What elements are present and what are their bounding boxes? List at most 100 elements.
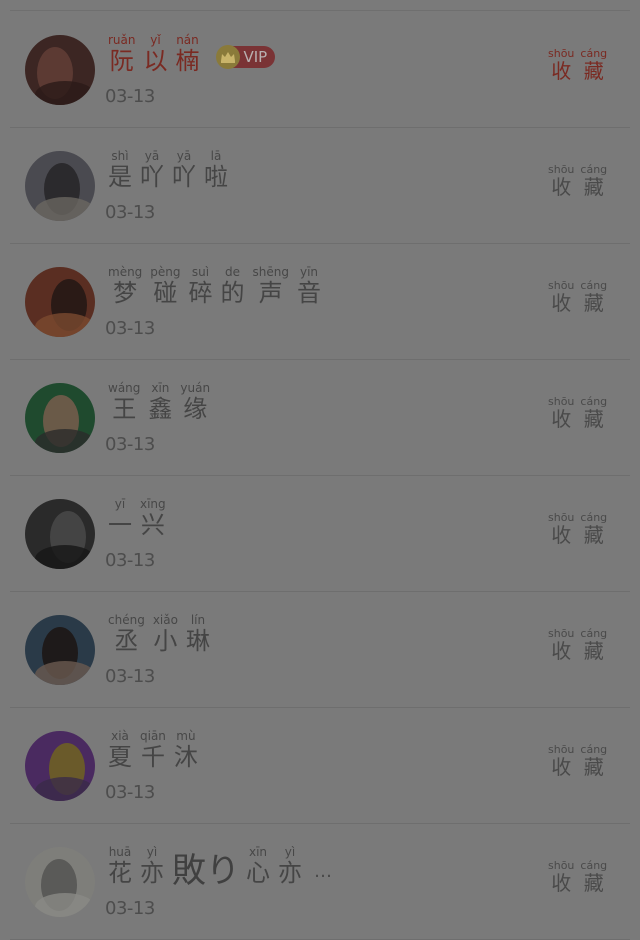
list-item[interactable]: 一yī 兴xīng 03-13 收shōu 藏cáng [0, 476, 640, 592]
list-item[interactable]: 花huā 亦yì 敗り 心xīn 亦yì … 03-13 收shōu 藏cáng [0, 824, 640, 940]
pinyin-annotation: cáng [580, 743, 608, 756]
username[interactable]: 花huā 亦yì 敗り 心xīn 亦yì … [108, 838, 332, 891]
username-char: 小xiǎo [153, 613, 178, 656]
pinyin-annotation: chéng [108, 613, 145, 627]
hanzi-char: 吖 [140, 163, 164, 191]
pinyin-annotation: cáng [580, 279, 608, 292]
hanzi-char: 收 [548, 175, 575, 199]
pinyin-annotation: wáng [108, 381, 141, 395]
date-label: 03-13 [105, 898, 155, 919]
avatar[interactable] [25, 615, 95, 685]
collect-char: 藏cáng [580, 163, 607, 200]
pinyin-annotation: shōu [548, 859, 575, 872]
hanzi-char: 收 [548, 871, 575, 895]
username-char: 兴xīng [140, 497, 166, 540]
avatar[interactable] [25, 35, 95, 105]
hanzi-char: 收 [548, 291, 575, 315]
avatar[interactable] [25, 731, 95, 801]
hanzi-char: 收 [548, 407, 575, 431]
username-char: 音yīn [297, 265, 321, 308]
pinyin-annotation: mèng [108, 265, 143, 279]
username-char: 夏xià [108, 729, 132, 772]
hanzi-char: 的 [220, 279, 245, 307]
pinyin-annotation: mù [173, 729, 198, 743]
username-char: 亦yì [140, 845, 164, 888]
pinyin-annotation: ruǎn [108, 33, 136, 47]
crown-icon [215, 45, 240, 69]
username-char: 碰pèng [150, 265, 181, 308]
pinyin-annotation: cáng [580, 47, 608, 60]
hanzi-char: 以 [143, 47, 168, 75]
list-item[interactable]: 是shì 吖yā 吖yā 啦lā 03-13 收shōu 藏cáng [0, 128, 640, 244]
hanzi-char: 亦 [278, 859, 302, 887]
avatar[interactable] [25, 267, 95, 337]
hanzi-char: 缘 [180, 395, 211, 423]
collect-button[interactable]: 收shōu 藏cáng [548, 511, 613, 548]
collect-button[interactable]: 收shōu 藏cáng [548, 279, 613, 316]
avatar[interactable] [25, 847, 95, 917]
pinyin-annotation: huā [108, 845, 132, 859]
pinyin-annotation: yuán [180, 381, 211, 395]
pinyin-annotation: lā [204, 149, 228, 163]
pinyin-annotation: yǐ [143, 33, 168, 47]
pinyin-annotation: yì [278, 845, 302, 859]
collect-char: 收shōu [548, 47, 574, 84]
hanzi-char: 藏 [580, 871, 608, 895]
username[interactable]: 丞chéng 小xiǎo 琳lín [108, 606, 218, 656]
username-char: 声shēng [253, 265, 289, 308]
username[interactable]: 一yī 兴xīng [108, 490, 174, 540]
date-label: 03-13 [105, 434, 155, 455]
pinyin-annotation: cáng [580, 859, 608, 872]
username-char: 一yī [108, 497, 132, 540]
hanzi-char: 是 [108, 163, 132, 191]
username-char: 是shì [108, 149, 132, 192]
avatar[interactable] [25, 151, 95, 221]
avatar[interactable] [25, 383, 95, 453]
date-label: 03-13 [105, 782, 155, 803]
username-plain-text: 敗り [172, 851, 240, 891]
pinyin-annotation: qiān [140, 729, 166, 743]
collect-button[interactable]: 收shōu 藏cáng [548, 47, 613, 84]
collect-button[interactable]: 收shōu 藏cáng [548, 743, 613, 780]
username[interactable]: 阮ruǎn 以yǐ 楠nán VIP [108, 26, 276, 76]
hanzi-char: 沐 [173, 743, 198, 771]
hanzi-char: 音 [297, 279, 321, 307]
hanzi-char: 王 [108, 395, 141, 423]
collect-button[interactable]: 收shōu 藏cáng [548, 627, 613, 664]
hanzi-char: 夏 [108, 743, 132, 771]
username[interactable]: 是shì 吖yā 吖yā 啦lā [108, 142, 236, 192]
pinyin-annotation: shōu [548, 743, 575, 756]
list-item[interactable]: 夏xià 千qiān 沐mù 03-13 收shōu 藏cáng [0, 708, 640, 824]
list-item[interactable]: 阮ruǎn 以yǐ 楠nán VIP 03-13 收shōu 藏cáng [0, 12, 640, 128]
hanzi-char: 阮 [108, 47, 136, 75]
hanzi-char: 碰 [150, 279, 181, 307]
username-char: 亦yì [278, 845, 302, 888]
collect-char: 收shōu [548, 743, 575, 780]
collect-button[interactable]: 收shōu 藏cáng [548, 395, 613, 432]
avatar[interactable] [25, 499, 95, 569]
username-char: 丞chéng [108, 613, 145, 656]
hanzi-char: 梦 [108, 279, 143, 307]
pinyin-annotation: cáng [580, 395, 608, 408]
hanzi-char: 藏 [580, 407, 608, 431]
hanzi-char: 丞 [108, 627, 145, 655]
hanzi-char: 收 [548, 639, 575, 663]
username-char: 心xīn [246, 845, 270, 888]
username-char: 缘yuán [180, 381, 211, 424]
username[interactable]: 王wáng 鑫xīn 缘yuán [108, 374, 218, 424]
list-item[interactable]: 丞chéng 小xiǎo 琳lín 03-13 收shōu 藏cáng [0, 592, 640, 708]
list-item[interactable]: 王wáng 鑫xīn 缘yuán 03-13 收shōu 藏cáng [0, 360, 640, 476]
username[interactable]: 夏xià 千qiān 沐mù [108, 722, 206, 772]
collect-button[interactable]: 收shōu 藏cáng [548, 859, 613, 896]
collect-button[interactable]: 收shōu 藏cáng [548, 163, 613, 200]
pinyin-annotation: cáng [580, 627, 608, 640]
list-item[interactable]: 梦mèng 碰pèng 碎suì 的de 声shēng 音yīn 03-13 收shōu 藏cá… [0, 244, 640, 360]
collect-char: 收shōu [548, 163, 575, 200]
username[interactable]: 梦mèng 碰pèng 碎suì 的de 声shēng 音yīn [108, 258, 329, 308]
truncation-ellipsis: … [314, 861, 332, 882]
collect-char: 藏cáng [580, 627, 608, 664]
pinyin-annotation: xīng [140, 497, 166, 511]
user-list: 阮ruǎn 以yǐ 楠nán VIP 03-13 收shōu 藏cáng 是shì 吖yā 吖yā… [0, 0, 640, 940]
collect-char: 藏cáng [580, 743, 608, 780]
hanzi-char: 花 [108, 859, 132, 887]
